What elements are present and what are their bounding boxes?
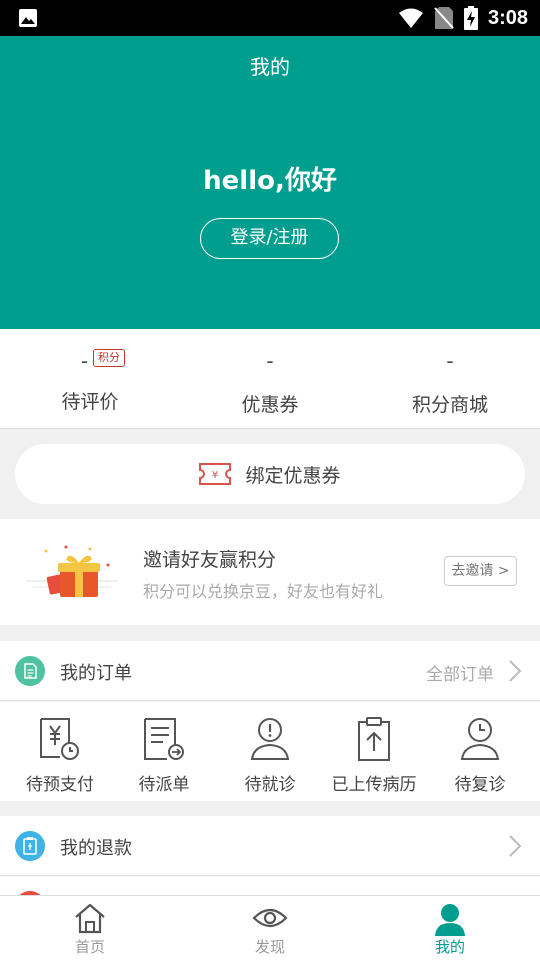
coupon-ticket-icon: ¥ xyxy=(199,463,232,485)
doctor-alert-icon xyxy=(250,718,290,760)
stat-label: 积分商城 xyxy=(411,394,488,416)
order-pending-followup[interactable]: 待复诊 xyxy=(426,702,534,801)
stat-points-mall[interactable]: - 积分商城 xyxy=(360,329,540,429)
invite-title: 邀请好友赢积分 xyxy=(143,549,277,571)
clipboard-upload-icon xyxy=(358,717,390,761)
home-icon xyxy=(75,903,105,934)
tab-label: 我的 xyxy=(434,938,465,956)
my-refunds-label: 我的退款 xyxy=(60,838,132,859)
stat-pending-review[interactable]: - 积分 待评价 xyxy=(0,329,180,429)
bind-coupon-label: 绑定优惠券 xyxy=(245,464,341,487)
dispatch-list-icon xyxy=(144,718,184,760)
status-bar: 3:08 xyxy=(0,0,540,36)
order-pending-dispatch[interactable]: 待派单 xyxy=(110,702,218,801)
status-time: 3:08 xyxy=(487,6,528,29)
stat-coupons[interactable]: - 优惠券 xyxy=(180,329,360,429)
stat-label: 待评价 xyxy=(61,391,119,413)
wifi-icon xyxy=(398,8,423,28)
bottom-tab-bar: 首页 发现 我的 xyxy=(0,895,540,960)
tab-label: 首页 xyxy=(74,938,105,956)
chevron-right-icon xyxy=(509,835,522,857)
refund-icon xyxy=(15,831,45,861)
svg-text:¥: ¥ xyxy=(212,470,218,481)
invite-button[interactable]: 去邀请 > xyxy=(444,556,517,586)
eye-icon xyxy=(252,908,288,928)
stat-value: - xyxy=(446,349,454,373)
my-orders-label: 我的订单 xyxy=(60,663,132,684)
stat-label: 优惠券 xyxy=(241,394,299,416)
greeting-text: hello,你好 xyxy=(203,166,337,196)
image-notification-icon xyxy=(19,9,37,27)
gift-box-icon xyxy=(26,545,118,597)
order-document-icon xyxy=(15,656,45,686)
partial-list-row[interactable] xyxy=(0,877,540,895)
stat-value: - xyxy=(266,349,274,373)
page-title: 我的 xyxy=(250,55,290,79)
order-pending-visit[interactable]: 待就诊 xyxy=(216,702,324,801)
payment-clock-icon xyxy=(40,718,79,760)
order-status-grid: 待预支付 待派单 待就诊 已上传病历 待复诊 xyxy=(0,702,540,801)
invite-subtitle: 积分可以兑换京豆，好友也有好礼 xyxy=(143,582,384,601)
stats-bar: - 积分 待评价 - 优惠券 - 积分商城 xyxy=(0,329,540,429)
battery-charging-icon xyxy=(463,6,478,30)
profile-header: 我的 hello,你好 登录/注册 xyxy=(0,36,540,329)
tab-label: 发现 xyxy=(254,938,285,956)
points-badge: 积分 xyxy=(93,349,125,367)
order-status-label: 待复诊 xyxy=(454,775,506,795)
no-sim-icon xyxy=(434,7,454,29)
login-register-button[interactable]: 登录/注册 xyxy=(200,218,339,259)
chevron-right-icon xyxy=(509,660,522,682)
all-orders-link[interactable]: 全部订单 xyxy=(426,660,494,685)
my-orders-row[interactable]: 我的订单 全部订单 xyxy=(0,641,540,701)
tab-home[interactable]: 首页 xyxy=(0,896,180,960)
bind-coupon-button[interactable]: ¥ 绑定优惠券 xyxy=(15,444,525,504)
user-profile-icon xyxy=(435,904,465,936)
my-refunds-row[interactable]: 我的退款 xyxy=(0,816,540,876)
doctor-clock-icon xyxy=(460,718,500,760)
order-record-uploaded[interactable]: 已上传病历 xyxy=(320,702,428,801)
stat-value: - xyxy=(80,349,89,373)
tab-discover[interactable]: 发现 xyxy=(180,896,360,960)
invite-friends-banner[interactable]: 邀请好友赢积分 积分可以兑换京豆，好友也有好礼 去邀请 > xyxy=(0,519,540,625)
order-pending-payment[interactable]: 待预支付 xyxy=(6,702,114,801)
tab-mine[interactable]: 我的 xyxy=(360,896,540,960)
